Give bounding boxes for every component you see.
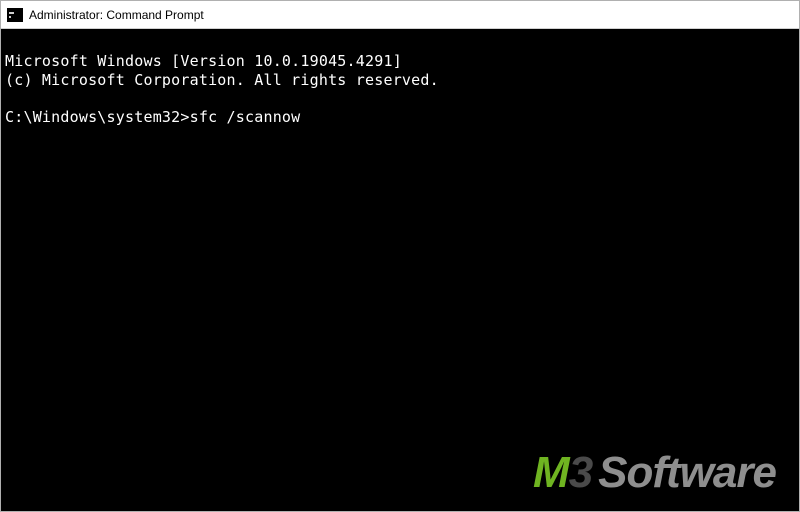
command-prompt-window: Administrator: Command Prompt Microsoft … xyxy=(0,0,800,512)
watermark-logo: M3Software xyxy=(533,448,776,498)
watermark-3: 3 xyxy=(569,448,592,497)
watermark-software: Software xyxy=(598,448,776,497)
terminal-output[interactable]: Microsoft Windows [Version 10.0.19045.42… xyxy=(1,29,799,511)
cmd-icon xyxy=(7,8,23,22)
watermark-m: M xyxy=(533,448,569,497)
terminal-line-version: Microsoft Windows [Version 10.0.19045.42… xyxy=(5,52,402,70)
titlebar[interactable]: Administrator: Command Prompt xyxy=(1,1,799,29)
window-title: Administrator: Command Prompt xyxy=(29,8,204,22)
terminal-prompt: C:\Windows\system32> xyxy=(5,108,190,126)
terminal-line-copyright: (c) Microsoft Corporation. All rights re… xyxy=(5,71,439,89)
terminal-command[interactable]: sfc /scannow xyxy=(190,108,301,126)
